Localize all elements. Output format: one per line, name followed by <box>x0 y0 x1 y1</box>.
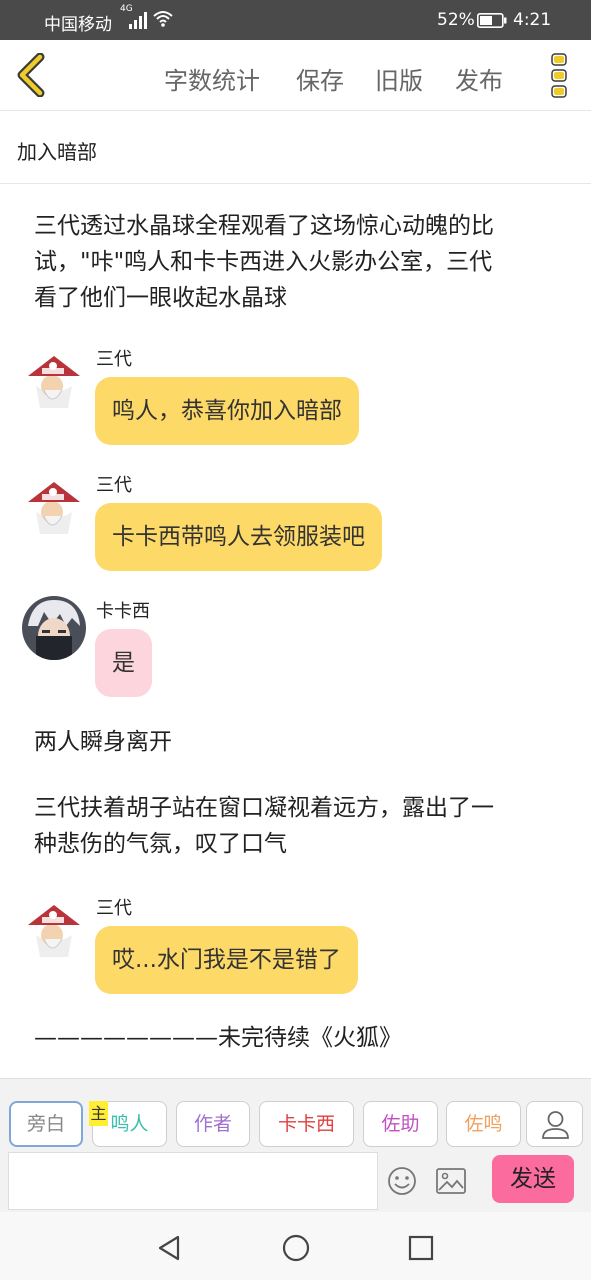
status-bar: 中国移动 4G 52% 4:21 <box>0 0 591 40</box>
hokage-avatar-icon <box>22 474 86 538</box>
image-icon[interactable] <box>435 1167 467 1195</box>
chapter-title-bar[interactable]: 加入暗部 <box>0 112 591 184</box>
back-triangle-icon[interactable] <box>155 1234 183 1262</box>
role-chip-label: 作者 <box>193 1113 232 1135</box>
dialogue-bubble[interactable]: 哎...水门我是不是错了 <box>95 926 358 994</box>
avatar-kakashi[interactable] <box>22 596 86 660</box>
word-count-button[interactable]: 字数统计 <box>164 61 260 96</box>
back-button[interactable] <box>14 53 48 97</box>
composer-panel: 旁白 鸣人 主 作者 卡卡西 佐助 佐鸣 发送 <box>0 1078 591 1212</box>
role-chip-label: 鸣人 <box>110 1113 149 1135</box>
narration-block[interactable]: 两人瞬身离开 <box>34 724 564 760</box>
more-options-button[interactable] <box>548 52 570 100</box>
avatar-sandaime[interactable] <box>22 897 86 961</box>
narration-block[interactable]: 三代透过水晶球全程观看了这场惊心动魄的比 试，"咔"鸣人和卡卡西进入火影办公室，… <box>34 208 564 316</box>
speaker-name: 三代 <box>96 475 132 496</box>
dialogue-bubble[interactable]: 卡卡西带鸣人去领服装吧 <box>95 503 382 571</box>
add-role-button[interactable] <box>526 1101 583 1147</box>
battery-percent: 52% <box>437 10 475 30</box>
smiley-icon[interactable] <box>386 1165 418 1197</box>
role-chip-narrator[interactable]: 旁白 <box>9 1101 83 1147</box>
narration-line: 三代扶着胡子站在窗口凝视着远方，露出了一 <box>34 795 494 821</box>
avatar-sandaime[interactable] <box>22 348 86 412</box>
narration-line: 看了他们一眼收起水晶球 <box>34 285 287 311</box>
hokage-avatar-icon <box>22 897 86 961</box>
carrier-label: 中国移动 <box>44 15 112 35</box>
narration-line: ————————未完待续《火狐》 <box>34 1025 402 1051</box>
save-button[interactable]: 保存 <box>296 61 344 96</box>
main-character-tag: 主 <box>89 1101 108 1126</box>
role-chip-label: 卡卡西 <box>277 1113 335 1135</box>
role-chip-sasunaru[interactable]: 佐鸣 <box>446 1101 521 1147</box>
narration-line: 试，"咔"鸣人和卡卡西进入火影办公室，三代 <box>34 249 493 275</box>
publish-button[interactable]: 发布 <box>455 61 503 96</box>
narration-line: 三代透过水晶球全程观看了这场惊心动魄的比 <box>34 213 494 239</box>
narration-block[interactable]: ————————未完待续《火狐》 <box>34 1020 564 1056</box>
role-chip-author[interactable]: 作者 <box>176 1101 250 1147</box>
role-chip-kakashi[interactable]: 卡卡西 <box>259 1101 354 1147</box>
send-button[interactable]: 发送 <box>492 1155 574 1203</box>
user-icon <box>542 1111 569 1139</box>
speaker-name: 三代 <box>96 898 132 919</box>
role-chip-label: 旁白 <box>26 1113 65 1135</box>
system-navbar <box>0 1212 591 1280</box>
speaker-name: 卡卡西 <box>96 601 150 622</box>
kakashi-avatar-icon <box>22 596 86 660</box>
status-time: 4:21 <box>513 10 552 30</box>
old-version-button[interactable]: 旧版 <box>375 61 423 96</box>
role-chip-label: 佐助 <box>381 1113 420 1135</box>
speaker-name: 三代 <box>96 349 132 370</box>
role-chip-label: 佐鸣 <box>464 1113 503 1135</box>
home-circle-icon[interactable] <box>281 1233 311 1263</box>
narration-block[interactable]: 三代扶着胡子站在窗口凝视着远方，露出了一 种悲伤的气氛，叹了口气 <box>34 790 564 862</box>
dialogue-bubble[interactable]: 是 <box>95 629 152 697</box>
wifi-icon <box>153 11 173 27</box>
message-input[interactable] <box>8 1152 378 1210</box>
avatar-sandaime[interactable] <box>22 474 86 538</box>
dialogue-bubble[interactable]: 鸣人，恭喜你加入暗部 <box>95 377 359 445</box>
role-chip-sasuke[interactable]: 佐助 <box>363 1101 438 1147</box>
editor-toolbar: 字数统计 保存 旧版 发布 <box>0 40 591 111</box>
battery-icon <box>477 13 507 28</box>
narration-line: 两人瞬身离开 <box>34 729 172 755</box>
narration-line: 种悲伤的气氛，叹了口气 <box>34 831 287 857</box>
signal-icon <box>129 12 147 29</box>
hokage-avatar-icon <box>22 348 86 412</box>
chapter-title: 加入暗部 <box>17 140 97 164</box>
recents-square-icon[interactable] <box>407 1234 435 1262</box>
